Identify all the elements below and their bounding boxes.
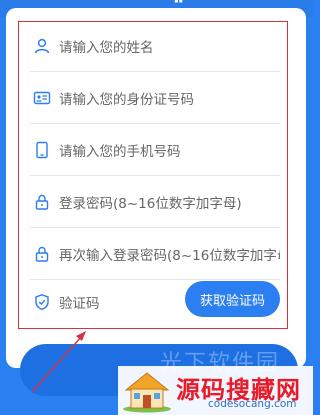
house-logo-icon — [123, 372, 171, 413]
logo-watermark: 源码搜藏网 codesocang.com — [118, 366, 313, 415]
logo-url: codesocang.com — [208, 398, 297, 410]
annotation-arrow — [31, 331, 86, 393]
